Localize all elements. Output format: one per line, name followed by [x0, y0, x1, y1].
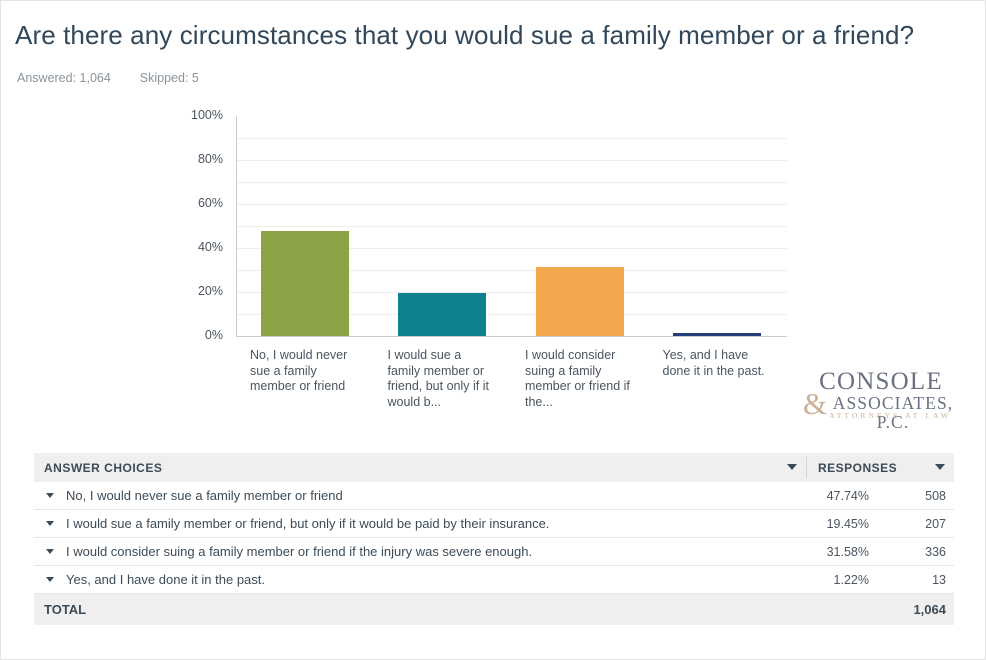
- header-divider: [806, 457, 807, 478]
- row-percent: 19.45%: [826, 516, 869, 531]
- row-choice-label: Yes, and I have done it in the past.: [66, 572, 265, 587]
- x-axis-label: I would sue a family member or friend, b…: [387, 348, 489, 409]
- row-expand-caret-icon[interactable]: [46, 521, 54, 526]
- y-axis-tick-label: 40%: [197, 240, 223, 254]
- chart-bar[interactable]: [260, 230, 349, 336]
- row-expand-caret-icon[interactable]: [46, 549, 54, 554]
- row-choice-cell: I would consider suing a family member o…: [66, 544, 801, 559]
- table-row[interactable]: I would consider suing a family member o…: [34, 538, 954, 566]
- bar-slot: [649, 116, 787, 336]
- bar-slot: [236, 116, 374, 336]
- row-count: 336: [925, 544, 946, 559]
- logo-tagline: ATTORNEYS AT LAW: [829, 411, 952, 420]
- page-title: Are there any circumstances that you wou…: [15, 20, 915, 50]
- row-expand-caret-icon[interactable]: [46, 577, 54, 582]
- y-axis-tick-label: 80%: [197, 152, 223, 166]
- chart-bar[interactable]: [535, 266, 624, 336]
- ampersand-glyph: &: [803, 386, 828, 421]
- y-axis-tick-label: 60%: [197, 196, 223, 210]
- total-label: TOTAL: [44, 602, 87, 617]
- row-choice-label: No, I would never sue a family member or…: [66, 488, 343, 503]
- bar-slot: [511, 116, 649, 336]
- table-header-row: ANSWER CHOICES RESPONSES: [34, 453, 954, 482]
- chart-bars: [236, 116, 786, 336]
- row-choice-label: I would sue a family member or friend, b…: [66, 516, 550, 531]
- row-percent: 47.74%: [826, 488, 869, 503]
- x-axis-labels: No, I would never sue a family member or…: [236, 348, 796, 418]
- table-body: No, I would never sue a family member or…: [34, 482, 954, 594]
- answered-count: Answered: 1,064: [17, 71, 111, 85]
- row-choice-cell: I would sue a family member or friend, b…: [66, 516, 801, 531]
- y-axis-tick-label: 20%: [197, 284, 223, 298]
- table-total-row: TOTAL 1,064: [34, 594, 954, 625]
- row-choice-label: I would consider suing a family member o…: [66, 544, 533, 559]
- sort-choices-caret-icon[interactable]: [787, 464, 797, 470]
- y-axis-tick-label: 0%: [204, 328, 223, 342]
- x-axis-label: I would consider suing a family member o…: [525, 348, 630, 409]
- x-axis-label: Yes, and I have done it in the past.: [662, 348, 765, 378]
- answer-choices-header: ANSWER CHOICES: [44, 460, 163, 475]
- table-row[interactable]: Yes, and I have done it in the past. 1.22…: [34, 566, 954, 594]
- row-count: 207: [925, 516, 946, 531]
- bar-slot: [374, 116, 512, 336]
- row-count: 508: [925, 488, 946, 503]
- row-count: 13: [932, 572, 946, 587]
- table-row[interactable]: I would sue a family member or friend, b…: [34, 510, 954, 538]
- logo-secondary-line: & ASSOCIATES, P.C. ATTORNEYS AT LAW: [801, 388, 961, 432]
- survey-result-page: Are there any circumstances that you wou…: [0, 0, 986, 660]
- results-table: ANSWER CHOICES RESPONSES No, I would nev…: [34, 453, 954, 625]
- row-percent: 31.58%: [826, 544, 869, 559]
- row-choice-cell: No, I would never sue a family member or…: [66, 488, 801, 503]
- table-row[interactable]: No, I would never sue a family member or…: [34, 482, 954, 510]
- y-axis-tick-label: 100%: [191, 108, 223, 122]
- row-expand-caret-icon[interactable]: [46, 493, 54, 498]
- sort-responses-caret-icon[interactable]: [935, 464, 945, 470]
- row-percent: 1.22%: [833, 572, 869, 587]
- chart-bar[interactable]: [398, 293, 487, 336]
- x-axis-label: No, I would never sue a family member or…: [250, 348, 348, 393]
- row-choice-cell: Yes, and I have done it in the past.: [66, 572, 801, 587]
- chart-bar[interactable]: [673, 333, 762, 336]
- response-summary: Answered: 1,064 Skipped: 5: [17, 71, 199, 85]
- skipped-count: Skipped: 5: [139, 71, 199, 85]
- responses-header: RESPONSES: [818, 460, 898, 475]
- total-value: 1,064: [913, 602, 946, 617]
- console-associates-logo: CONSOLE & ASSOCIATES, P.C. ATTORNEYS AT …: [801, 369, 961, 432]
